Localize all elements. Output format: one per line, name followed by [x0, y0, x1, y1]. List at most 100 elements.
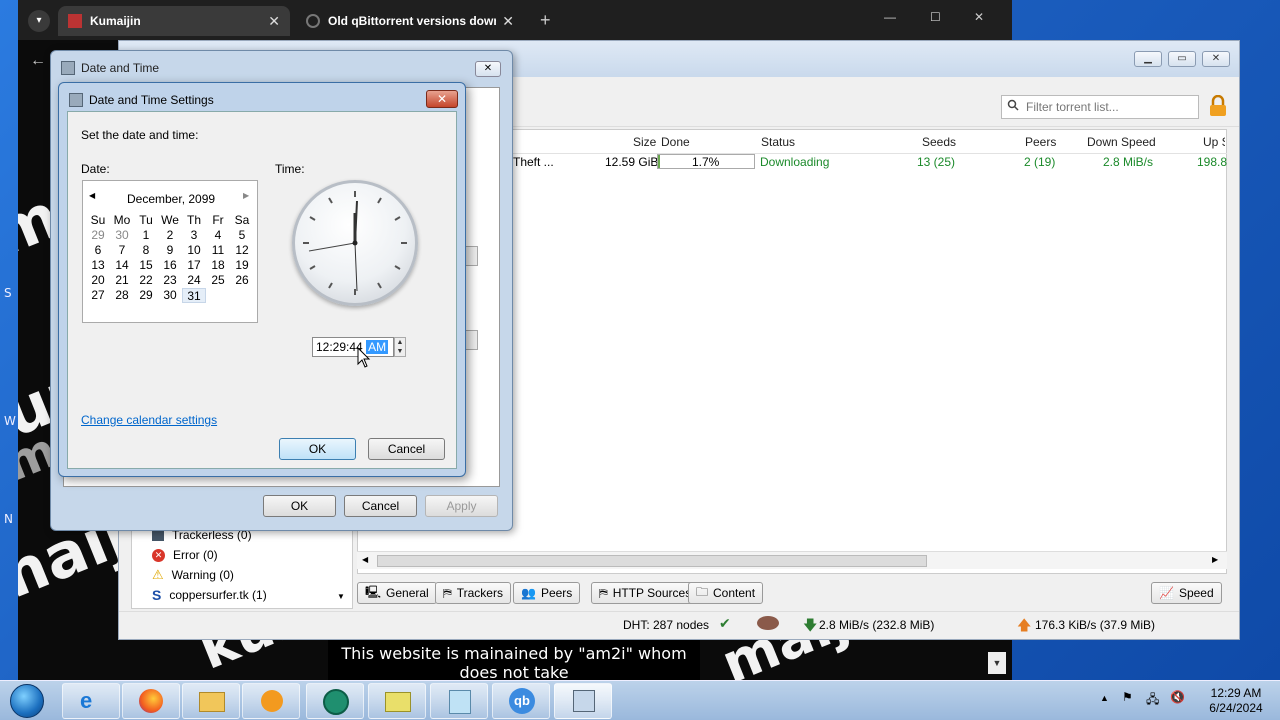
calendar-day[interactable]: 21 [110, 273, 134, 288]
folder-icon[interactable] [368, 683, 426, 719]
new-tab-button[interactable]: + [540, 10, 551, 31]
calendar-day[interactable]: 30 [110, 228, 134, 243]
column-header-status[interactable]: Status [761, 135, 795, 155]
tab-list-button[interactable]: ▾ [28, 10, 50, 32]
ok-button[interactable]: OK [279, 438, 356, 460]
scrollbar-thumb[interactable] [377, 555, 927, 567]
close-icon[interactable]: ✕ [1202, 51, 1230, 67]
notepad-icon[interactable] [430, 683, 488, 719]
speed-button[interactable]: 📈 Speed [1151, 582, 1222, 604]
calendar-day[interactable]: 19 [230, 258, 254, 273]
calendar-day[interactable]: 12 [230, 243, 254, 258]
column-header-seeds[interactable]: Seeds [922, 135, 956, 155]
calendar-day[interactable]: 3 [182, 228, 206, 243]
calendar-day[interactable]: 5 [230, 228, 254, 243]
media-player-icon[interactable] [242, 683, 300, 719]
calendar-day[interactable]: 23 [158, 273, 182, 288]
tab-trackers[interactable]: ⛿ Trackers [435, 582, 511, 604]
horizontal-scrollbar[interactable]: ◀ ▶ [357, 551, 1227, 569]
close-icon[interactable]: ✕ [426, 90, 458, 108]
ok-button[interactable]: OK [263, 495, 336, 517]
scroll-down-icon[interactable]: ▼ [988, 652, 1006, 674]
calendar-day[interactable]: 29 [134, 288, 158, 303]
close-tab-icon[interactable]: ✕ [502, 13, 514, 30]
qbittorrent-icon[interactable]: qb [492, 683, 550, 719]
column-header-size[interactable]: Size [633, 135, 656, 155]
app-green-icon[interactable] [306, 683, 364, 719]
calendar-day[interactable]: 8 [134, 243, 158, 258]
close-tab-icon[interactable]: ✕ [268, 13, 280, 30]
calendar-day[interactable]: 7 [110, 243, 134, 258]
close-window-icon[interactable]: ✕ [974, 10, 984, 24]
maximize-icon[interactable]: ▭ [1168, 51, 1196, 67]
column-header-down-speed[interactable]: Down Speed [1087, 135, 1156, 155]
speed-limit-icon[interactable] [757, 616, 779, 630]
windows-start-icon[interactable] [10, 684, 44, 718]
calendar-day[interactable]: 15 [134, 258, 158, 273]
internet-explorer-icon[interactable]: e [62, 683, 120, 719]
calendar-day[interactable]: 17 [182, 258, 206, 273]
action-center-flag-icon[interactable]: ⚑ [1122, 690, 1133, 704]
calendar-day[interactable]: 29 [86, 228, 110, 243]
sidebar-scroll-down-icon[interactable]: ▼ [337, 592, 345, 601]
file-explorer-icon[interactable] [182, 683, 240, 719]
prev-month-icon[interactable]: ◀ [89, 191, 95, 200]
calendar-day[interactable]: 16 [158, 258, 182, 273]
calendar-day[interactable]: 1 [134, 228, 158, 243]
cancel-button[interactable]: Cancel [368, 438, 445, 460]
calendar-day[interactable]: 22 [134, 273, 158, 288]
network-icon[interactable]: 🖧 [1146, 690, 1159, 711]
calendar-day[interactable]: 2 [158, 228, 182, 243]
tab-peers[interactable]: 👥 Peers [513, 582, 581, 604]
close-icon[interactable]: ✕ [475, 61, 501, 77]
calendar-day[interactable]: 25 [206, 273, 230, 288]
calendar-day[interactable]: 9 [158, 243, 182, 258]
tracker-item[interactable]: ✕ Error (0) [152, 546, 218, 564]
column-header-peers[interactable]: Peers [1025, 135, 1056, 155]
minimize-icon[interactable]: — [884, 10, 896, 24]
firefox-icon[interactable] [122, 683, 180, 719]
scroll-right-icon[interactable]: ▶ [1212, 555, 1218, 564]
tray-expand-icon[interactable]: ▲ [1100, 693, 1109, 703]
time-input[interactable]: 12:29:44 AM [312, 337, 394, 357]
calendar-day[interactable]: 11 [206, 243, 230, 258]
calendar-day[interactable]: 6 [86, 243, 110, 258]
month-year-label[interactable]: December, 2099 [127, 192, 215, 206]
calendar-day[interactable]: 14 [110, 258, 134, 273]
next-month-icon[interactable]: ▶ [243, 191, 249, 200]
tab-content[interactable]: 🗀 Content [688, 582, 764, 604]
tab-general[interactable]: 🖳 General [357, 582, 437, 604]
calendar-day[interactable]: 13 [86, 258, 110, 273]
connection-icon[interactable]: ✔ [719, 615, 731, 632]
date-time-icon[interactable] [554, 683, 612, 719]
calendar-day[interactable]: 31 [182, 288, 206, 303]
cancel-button[interactable]: Cancel [344, 495, 417, 517]
system-clock[interactable]: 12:29 AM 6/24/2024 [1196, 686, 1276, 716]
lock-icon[interactable] [1209, 95, 1227, 117]
tab-kumaijin[interactable]: Kumaijin ✕ [58, 6, 290, 36]
apply-button[interactable]: Apply [425, 495, 498, 517]
back-icon[interactable]: ← [30, 52, 46, 70]
minimize-icon[interactable]: ▁ [1134, 51, 1162, 67]
time-spinner[interactable]: ▲ ▼ [394, 337, 406, 357]
filter-input[interactable]: Filter torrent list... [1001, 95, 1199, 119]
calendar-day[interactable]: 20 [86, 273, 110, 288]
calendar-day[interactable]: 30 [158, 288, 182, 303]
column-header-done[interactable]: Done [661, 135, 690, 155]
scroll-left-icon[interactable]: ◀ [362, 555, 368, 564]
tab-http-sources[interactable]: ⛿ HTTP Sources [591, 582, 700, 604]
tracker-item[interactable]: ⚠ Warning (0) [152, 566, 234, 584]
calendar-day[interactable]: 18 [206, 258, 230, 273]
maximize-icon[interactable]: ☐ [930, 10, 941, 24]
calendar-day[interactable]: 10 [182, 243, 206, 258]
calendar-day[interactable]: 26 [230, 273, 254, 288]
tab-qbittorrent-versions[interactable]: Old qBittorrent versions down ✕ [296, 6, 524, 36]
calendar-day[interactable]: 4 [206, 228, 230, 243]
volume-muted-icon[interactable]: 🔇 [1170, 690, 1185, 704]
calendar-day[interactable]: 27 [86, 288, 110, 303]
column-header-up-speed[interactable]: Up S [1203, 135, 1225, 155]
torrent-name[interactable]: Theft ... [513, 155, 554, 173]
change-calendar-link[interactable]: Change calendar settings [81, 413, 217, 427]
tracker-item[interactable]: S coppersurfer.tk (1) [152, 586, 267, 604]
calendar-day[interactable]: 24 [182, 273, 206, 288]
